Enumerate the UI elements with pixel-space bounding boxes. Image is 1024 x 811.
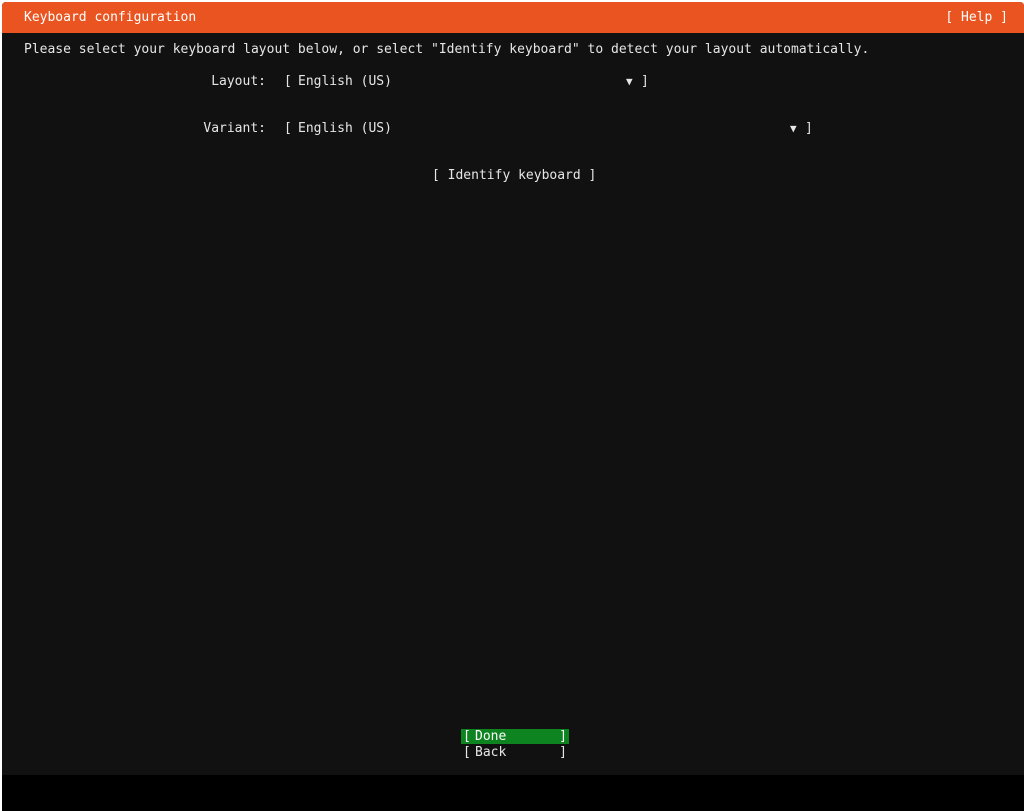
layout-chevron-down-icon: ▼ (626, 75, 633, 88)
identify-keyboard-button[interactable]: [ Identify keyboard ] (432, 168, 596, 183)
installer-screen: Keyboard configuration [ Help ] Please s… (2, 2, 1024, 811)
layout-label: Layout: (211, 74, 266, 89)
variant-close-bracket: ] (805, 121, 813, 136)
variant-value: English (US) (298, 121, 392, 136)
done-open-bracket: [ (463, 729, 471, 744)
done-button[interactable]: [ Done ] (461, 729, 569, 744)
instruction-text: Please select your keyboard layout below… (24, 42, 870, 57)
variant-label: Variant: (203, 121, 266, 136)
variant-dropdown[interactable]: [ English (US) ▼ ] (284, 121, 814, 137)
back-label: Back (475, 745, 507, 760)
back-button[interactable]: [ Back ] (461, 745, 569, 760)
help-button[interactable]: [ Help ] (945, 10, 1008, 25)
variant-open-bracket: [ (284, 121, 292, 136)
layout-open-bracket: [ (284, 74, 292, 89)
variant-chevron-down-icon: ▼ (790, 122, 797, 135)
layout-value: English (US) (298, 74, 392, 89)
title-bar: Keyboard configuration [ Help ] (2, 2, 1024, 33)
back-close-bracket: ] (559, 745, 567, 760)
layout-close-bracket: ] (641, 74, 649, 89)
footer-bar (2, 775, 1024, 811)
back-open-bracket: [ (463, 745, 471, 760)
done-close-bracket: ] (559, 729, 567, 744)
page-title: Keyboard configuration (24, 10, 197, 25)
layout-dropdown[interactable]: [ English (US) ▼ ] (284, 74, 650, 90)
done-label: Done (475, 729, 507, 744)
